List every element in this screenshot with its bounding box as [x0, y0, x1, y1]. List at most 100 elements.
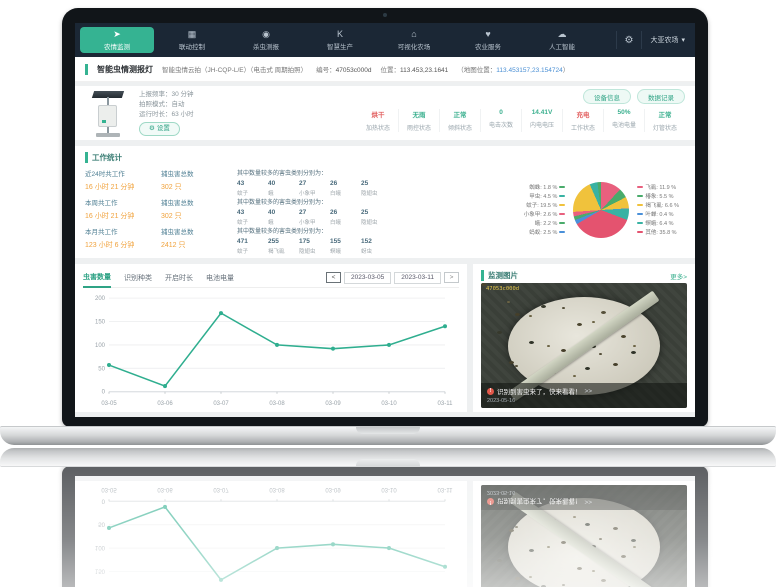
- work-stats-header: 工作统计: [85, 152, 685, 163]
- svg-text:200: 200: [95, 296, 106, 302]
- device-info: 上报频率：30 分钟 拍照模式：自动 运行时长：63 小时 ⚙ 设置: [139, 89, 194, 137]
- pest-item: 43蚊子: [237, 180, 261, 197]
- dashboard-screen: ➤ 农情监测 ▦ 联动控制 ◉ 杀虫测报 K 智慧生产 ⌂ 可视化农场: [75, 23, 695, 417]
- nav-label: 可视化农场: [398, 41, 431, 51]
- nav-item-smart-production[interactable]: K 智慧生产: [303, 23, 377, 57]
- laptop-base: [0, 426, 776, 445]
- data-record-pill[interactable]: 数据记录: [637, 89, 685, 104]
- status-lamp-tube: 正常 灯管状态: [644, 109, 685, 132]
- pest-name: 隐翅虫: [299, 247, 323, 255]
- status-value: 充电: [564, 109, 602, 119]
- more-link[interactable]: 更多>: [670, 271, 687, 281]
- pest-item: 40蛾: [268, 209, 292, 226]
- date-to-input[interactable]: 2023-03-11: [394, 272, 441, 284]
- webcam-dot-icon: [383, 13, 387, 17]
- tab-insect-count[interactable]: 虫害数量: [83, 267, 111, 288]
- pest-name: 蚊子: [237, 247, 261, 255]
- pest-count: 152: [361, 238, 385, 245]
- svg-text:0: 0: [102, 390, 106, 396]
- catch-total-value: 302 只: [161, 182, 225, 192]
- svg-text:50: 50: [98, 366, 105, 372]
- tab-species[interactable]: 识别种类: [124, 268, 152, 287]
- alert-line[interactable]: ! 识别到害虫来了，快来看看！ >>: [487, 386, 681, 396]
- nav-item-visual-farm[interactable]: ⌂ 可视化农场: [377, 23, 451, 57]
- map-location-value[interactable]: 113.453157,23.154724: [496, 67, 562, 74]
- farm-selector-dropdown[interactable]: 大亚农场 ▾: [650, 35, 685, 45]
- nav-label: 农业服务: [475, 41, 501, 51]
- trap-photo[interactable]: 47053c000d ! 识别到害虫来了，快来看看！ >> 2023-05-16: [481, 283, 687, 408]
- map-location: （地图位置：113.453157,23.154724）: [457, 64, 569, 74]
- nav-item-ai[interactable]: ☁ 人工智能: [525, 23, 599, 57]
- nav-item-agri-service[interactable]: ♥ 农业服务: [451, 23, 525, 57]
- gear-icon[interactable]: ⚙: [625, 35, 634, 46]
- date-from-input[interactable]: 2023-03-05: [344, 272, 391, 284]
- work-duration-block: 本月共工作 123 小时 6 分钟: [85, 226, 149, 255]
- work-duration-label: 本周共工作: [85, 197, 149, 207]
- prev-date-button[interactable]: <: [326, 272, 341, 283]
- device-info-pill[interactable]: 设备信息: [583, 89, 631, 104]
- pie-label-tick: [559, 222, 565, 224]
- building-icon: ⌂: [411, 29, 416, 39]
- next-date-button[interactable]: >: [444, 272, 459, 283]
- svg-text:03-10: 03-10: [381, 486, 397, 492]
- trend-card: 虫害数量 识别种类 开启时长 电池电量 < 2023-03-05 2023-03…: [75, 481, 467, 587]
- status-value: 无雨: [400, 109, 438, 119]
- pest-detail-block: 其中数量较多的害虫类别分别为： 43蚊子40蛾27小象甲26白蛾25隐翅虫: [237, 197, 399, 226]
- pest-detail-title: 其中数量较多的害虫类别分别为：: [237, 168, 399, 177]
- work-stats-rows: 近24时共工作 16 小时 21 分钟 捕虫害总数 302 只 其中数量较多的害…: [85, 163, 399, 256]
- pie-label-tick: [637, 231, 643, 233]
- svg-text:150: 150: [95, 320, 106, 326]
- pest-count: 155: [330, 238, 354, 245]
- status-value: 0: [482, 109, 520, 116]
- pie-label-text: 飞虱: 11.9 %: [645, 183, 676, 191]
- catch-total-block: 捕虫害总数 2412 只: [161, 226, 225, 255]
- info-line: 拍照模式：自动: [139, 100, 194, 110]
- tab-on-duration[interactable]: 开启时长: [165, 268, 193, 287]
- pest-count: 25: [361, 209, 385, 216]
- nav-item-linkage-control[interactable]: ▦ 联动控制: [155, 23, 229, 57]
- pest-item: 255褐飞虱: [268, 238, 292, 255]
- pest-name: 小象甲: [299, 189, 323, 197]
- k-mark-icon: K: [337, 29, 343, 39]
- target-icon: ◉: [262, 29, 270, 39]
- nav-item-farm-monitor[interactable]: ➤ 农情监测: [80, 27, 154, 53]
- pie-label: 甲虫: 4.5 %: [529, 192, 565, 200]
- nav-item-pest-report[interactable]: ◉ 杀虫测报: [229, 23, 303, 57]
- work-stats-title: 工作统计: [92, 152, 122, 163]
- pie-label-tick: [637, 186, 643, 188]
- work-duration-value: 16 小时 21 分钟: [85, 182, 149, 192]
- trend-card: 虫害数量 识别种类 开启时长 电池电量 < 2023-03-05 2023-03…: [75, 264, 467, 412]
- svg-text:03-08: 03-08: [269, 401, 285, 407]
- catch-total-value: 2412 只: [161, 240, 225, 250]
- monitor-photo-card: 监测图片 更多> 47053c000d ! 识别到害虫来了，快来看看！: [473, 264, 695, 412]
- pie-label-text: 褐飞虱: 6.6 %: [645, 201, 679, 209]
- nav-label: 农情监测: [104, 41, 130, 51]
- pest-count: 43: [237, 209, 261, 216]
- pest-detail-block: 其中数量较多的害虫类别分别为： 43蚊子40蛾27小象甲26白蛾25隐翅虫: [237, 168, 399, 197]
- pie-label: 小象甲: 2.6 %: [524, 210, 566, 218]
- pest-pie: [573, 182, 629, 238]
- bottom-row: 虫害数量 识别种类 开启时长 电池电量 < 2023-03-05 2023-03…: [75, 481, 695, 587]
- nav-label: 联动控制: [179, 41, 205, 51]
- pest-count: 40: [268, 209, 292, 216]
- pie-label-tick: [559, 186, 565, 188]
- stat-row-24h: 近24时共工作 16 小时 21 分钟 捕虫害总数 302 只 其中数量较多的害…: [85, 168, 399, 197]
- tab-battery[interactable]: 电池电量: [206, 268, 234, 287]
- pest-list: 43蚊子40蛾27小象甲26白蛾25隐翅虫: [237, 180, 399, 197]
- trap-photo: 47053c000d ! 识别到害虫来了，快来看看！ >> 2023-05-16: [481, 485, 687, 587]
- monitor-photo-card: 监测图片 更多> 47053c000d ! 识别到害虫来了，快来看看！: [473, 481, 695, 587]
- svg-text:03-11: 03-11: [438, 486, 454, 492]
- pie-label: 飞虱: 11.9 %: [637, 183, 676, 191]
- status-label: 电池电量: [605, 120, 643, 129]
- accent-bar: [85, 152, 88, 163]
- pest-name: 小象甲: [299, 218, 323, 226]
- divider: [641, 31, 642, 49]
- pie-label: 叶蝉: 0.4 %: [637, 210, 673, 218]
- settings-button[interactable]: ⚙ 设置: [139, 122, 180, 136]
- status-label: 雨控状态: [400, 123, 438, 132]
- info-line: 上报频率：30 分钟: [139, 90, 194, 100]
- pest-detail-title: 其中数量较多的害虫类别分别为：: [237, 197, 399, 206]
- insect-count-chart: 05010015020003-0503-0603-0703-0803-0903-…: [83, 288, 459, 410]
- svg-text:100: 100: [95, 544, 106, 550]
- map-location-close: ）: [563, 67, 570, 74]
